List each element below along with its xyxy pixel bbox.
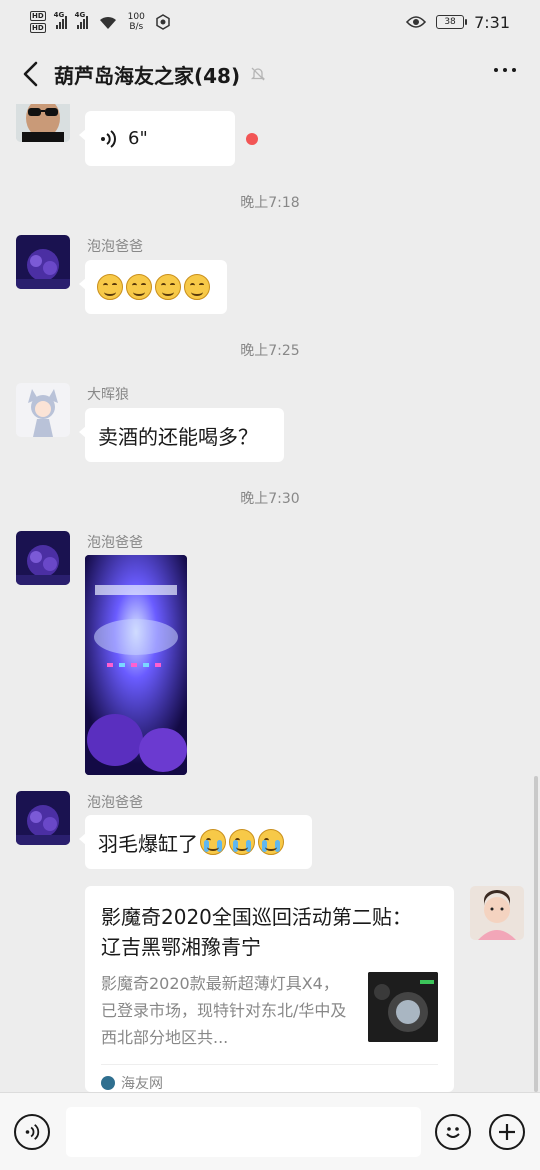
voice-duration: 6" [128, 128, 148, 149]
sender-name: 泡泡爸爸 [87, 239, 143, 255]
battery-icon: 38 [436, 15, 468, 29]
back-arrow-icon[interactable] [16, 59, 46, 89]
avatar-self[interactable] [470, 886, 524, 940]
more-options-button[interactable] [494, 68, 516, 72]
avatar-dahuilang[interactable] [16, 383, 70, 437]
crying-emoji-icon [258, 829, 284, 855]
message-text: 羽毛爆缸了 [98, 831, 198, 856]
link-card-source: 海友网 [101, 1064, 438, 1092]
voice-message-bubble[interactable]: 6" [79, 111, 235, 166]
mute-bell-icon [251, 67, 266, 81]
plus-icon [499, 1123, 515, 1140]
hd-badge-2: HD [30, 23, 46, 33]
avatar-paopao-baba[interactable] [16, 791, 70, 845]
timestamp: 晚上7:30 [240, 491, 300, 507]
chat-title: 葫芦岛海友之家(48) [54, 63, 241, 88]
nav-bar: 葫芦岛海友之家(48) [0, 44, 540, 104]
timestamp: 晚上7:18 [240, 195, 300, 211]
sender-name: 泡泡爸爸 [87, 535, 143, 551]
message-input[interactable] [66, 1106, 421, 1157]
link-card-source-name: 海友网 [121, 1075, 163, 1092]
nfc-icon [156, 14, 170, 30]
link-card-description: 影魔奇2020款最新超薄灯具X4，已登录市场，现特针对东北/华中及西北部分地区共… [101, 974, 347, 1047]
avatar-paopao-baba[interactable] [16, 235, 70, 289]
link-card-title: 影魔奇2020全国巡回活动第二贴： 辽吉黑鄂湘豫青宁 [101, 905, 412, 959]
blush-emoji-icon [97, 274, 123, 300]
aquarium-photo[interactable] [85, 555, 187, 775]
status-bar: HD HD 4G 4G 100 B/s 38 7:31 [0, 0, 540, 44]
emoji-button[interactable] [435, 1113, 471, 1150]
text-message-bubble[interactable]: 羽毛爆缸了 [79, 815, 312, 869]
voice-input-button[interactable] [14, 1113, 50, 1150]
status-left: HD HD 4G 4G 100 B/s [30, 10, 171, 34]
unread-voice-dot [246, 133, 258, 145]
signal-type-2: 4G [74, 11, 86, 19]
source-logo-icon [101, 1075, 115, 1090]
crying-emoji-icon [200, 829, 226, 855]
more-functions-button[interactable] [489, 1113, 525, 1150]
clock: 7:31 [474, 12, 510, 32]
signal-icon-1: 4G [54, 11, 67, 29]
battery-level: 38 [444, 17, 456, 27]
hd-indicators: HD HD [30, 10, 46, 34]
smiley-icon [446, 1126, 460, 1138]
link-card-body: 影魔奇2020款最新超薄灯具X4，已登录市场，现特针对东北/华中及西北部分地区共… [101, 970, 438, 1054]
voice-icon [25, 1123, 40, 1140]
text-message-bubble[interactable]: 卖酒的还能喝多？ [79, 408, 284, 462]
signal-type-1: 4G [53, 11, 65, 19]
blush-emoji-icon [126, 274, 152, 300]
net-speed-unit: B/s [129, 22, 144, 32]
signal-icon-2: 4G [75, 11, 88, 29]
hd-badge-1: HD [30, 11, 46, 21]
emoji-message-bubble[interactable] [79, 260, 227, 314]
net-speed: 100 B/s [128, 12, 145, 32]
blush-emoji-icon [155, 274, 181, 300]
crying-emoji-icon [229, 829, 255, 855]
blush-emoji-icon [184, 274, 210, 300]
sender-name: 大晖狼 [87, 387, 129, 403]
link-card[interactable]: 影魔奇2020全国巡回活动第二贴： 辽吉黑鄂湘豫青宁 影魔奇2020款最新超薄灯… [85, 886, 454, 1092]
status-right: 38 7:31 [406, 13, 510, 32]
timestamp: 晚上7:25 [240, 343, 300, 359]
message-list[interactable]: 6" 晚上7:18 泡泡爸爸 晚上7:25 大晖狼 卖酒的还能喝多？ 晚上7:3… [0, 104, 540, 1092]
link-card-thumbnail [368, 972, 438, 1042]
voice-wave-icon [101, 129, 116, 148]
input-bar [0, 1092, 540, 1170]
message-text: 卖酒的还能喝多？ [98, 424, 258, 449]
scrollbar[interactable] [534, 776, 538, 1092]
sender-name: 泡泡爸爸 [87, 795, 143, 811]
avatar-user-sunglasses[interactable] [16, 104, 70, 142]
avatar-paopao-baba[interactable] [16, 531, 70, 585]
net-speed-value: 100 [127, 12, 145, 22]
wifi-icon [99, 16, 116, 29]
eye-icon [406, 16, 427, 28]
